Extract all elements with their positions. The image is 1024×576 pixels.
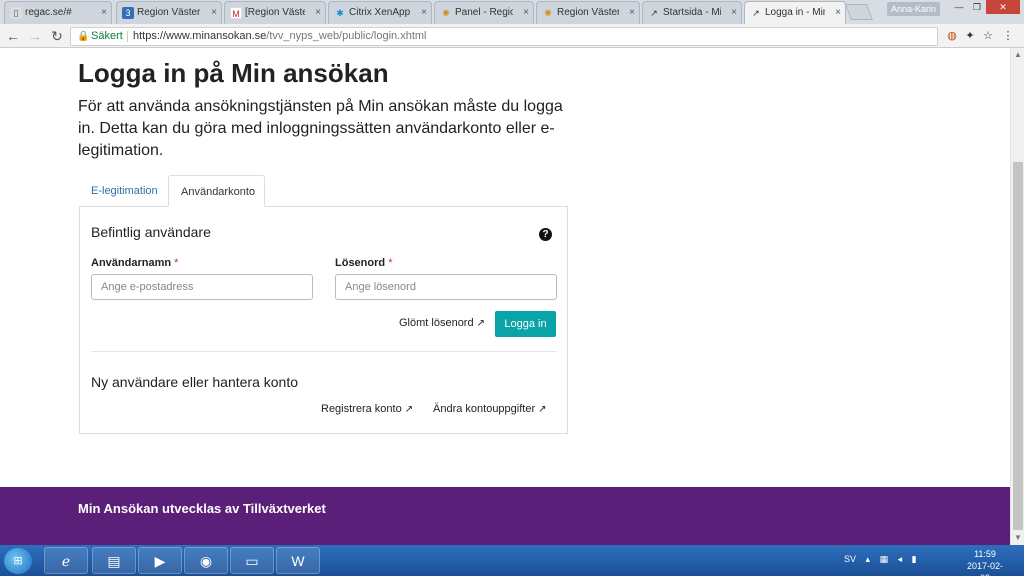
username-label: Användarnamn * xyxy=(91,257,179,269)
browser-tab[interactable]: ↗ Startsida - Min × xyxy=(642,1,742,24)
page-icon: ▯ xyxy=(10,7,22,19)
password-label: Lösenord * xyxy=(335,257,393,269)
scroll-up-icon[interactable]: ▲ xyxy=(1011,48,1024,62)
close-icon[interactable]: × xyxy=(523,2,529,24)
browser-tabstrip: ▯ regac.se/# × 3 Region Västerb × M [Reg… xyxy=(0,0,1024,24)
password-input[interactable] xyxy=(335,274,557,300)
back-icon[interactable]: ← xyxy=(4,27,22,45)
tray-icon[interactable]: ▴ xyxy=(866,554,871,564)
page-footer: Min Ansökan utvecklas av Tillväxtverket xyxy=(0,487,1010,545)
chrome-icon[interactable]: ◉ xyxy=(184,547,228,574)
panel-icon: ✺ xyxy=(544,8,552,18)
close-icon[interactable]: × xyxy=(101,2,107,24)
secure-label: Säkert xyxy=(91,30,123,42)
browser-tab[interactable]: ✺ Panel - Region × xyxy=(434,1,534,24)
close-icon[interactable]: × xyxy=(629,2,635,24)
star-icon[interactable]: ☆ xyxy=(980,28,996,44)
profile-button[interactable]: Anna-Karin xyxy=(887,2,941,16)
gmail-icon: M xyxy=(230,7,242,19)
browser-tab-active[interactable]: ↗ Logga in - Min × xyxy=(744,1,846,24)
url-text: https://www.minansokan.se/tvv_nyps_web/p… xyxy=(133,30,427,42)
browser-tab[interactable]: M [Region Väster × xyxy=(224,1,326,24)
forward-icon[interactable]: → xyxy=(26,27,44,45)
close-icon[interactable]: × xyxy=(211,2,217,24)
new-tab-button[interactable] xyxy=(845,4,873,20)
footer-text: Min Ansökan utvecklas av Tillväxtverket xyxy=(78,501,326,516)
internet-explorer-icon[interactable]: ℯ xyxy=(44,547,88,574)
register-account-link[interactable]: Registrera konto ↗ xyxy=(321,403,413,415)
intro-text: För att använda ansökningstjänsten på Mi… xyxy=(78,98,563,159)
change-account-link[interactable]: Ändra kontouppgifter ↗ xyxy=(433,403,547,415)
close-icon[interactable]: × xyxy=(421,2,427,24)
vertical-scrollbar[interactable]: ▲ ▼ xyxy=(1010,48,1024,545)
scroll-thumb[interactable] xyxy=(1013,162,1023,530)
region-3-icon: 3 xyxy=(122,7,134,19)
reload-icon[interactable]: ↻ xyxy=(48,27,66,45)
login-icon: ↗ xyxy=(752,8,760,18)
page-title: Logga in på Min ansökan xyxy=(78,58,389,88)
existing-user-heading: Befintlig användare xyxy=(91,224,211,240)
external-link-icon: ↗ xyxy=(404,404,414,415)
pin-icon[interactable]: ✦ xyxy=(962,28,978,44)
tab-anvandarkonto[interactable]: Användarkonto xyxy=(168,175,265,207)
language-indicator[interactable]: SV xyxy=(844,554,856,564)
close-window-icon[interactable]: ✕ xyxy=(986,0,1020,14)
notes-icon[interactable]: ▭ xyxy=(230,547,274,574)
browser-tab[interactable]: ✱ Citrix XenApp × xyxy=(328,1,432,24)
username-input[interactable] xyxy=(91,274,313,300)
external-link-icon: ↗ xyxy=(538,404,547,415)
close-icon[interactable]: × xyxy=(835,2,841,24)
login-panel: Befintlig användare ? Användarnamn * Lös… xyxy=(79,206,568,434)
divider xyxy=(91,351,557,352)
forgot-password-link[interactable]: Glömt lösenord ↗ xyxy=(399,317,485,329)
windows-taskbar: ⊞ ℯ ▤ ▶ ◉ ▭ W SV ▴ ▦ ◂ ▮ 11:59 2017-02-0… xyxy=(0,545,1024,576)
lock-icon: 🔒 xyxy=(77,31,90,42)
new-user-heading: Ny användare eller hantera konto xyxy=(91,374,299,390)
maximize-icon[interactable]: ❐ xyxy=(968,0,986,14)
media-player-icon[interactable]: ▶ xyxy=(138,547,182,574)
tab-e-legitimation[interactable]: E-legitimation xyxy=(79,175,168,207)
menu-icon[interactable]: ⋮ xyxy=(1000,28,1016,44)
close-icon[interactable]: × xyxy=(315,2,321,24)
power-icon[interactable]: ▮ xyxy=(912,554,917,564)
startsida-icon: ↗ xyxy=(650,8,658,18)
extension-icon[interactable]: ◍ xyxy=(944,28,960,44)
external-link-icon: ↗ xyxy=(476,318,485,329)
browser-toolbar: ← → ↻ 🔒 Säkert https://www.minansokan.se… xyxy=(0,24,1024,48)
citrix-icon: ✱ xyxy=(336,8,344,18)
clock[interactable]: 11:59 2017-02-03 xyxy=(962,548,1008,576)
start-button[interactable]: ⊞ xyxy=(4,548,32,574)
scroll-down-icon[interactable]: ▼ xyxy=(1011,531,1024,545)
browser-tab[interactable]: ▯ regac.se/# × xyxy=(4,1,112,24)
file-explorer-icon[interactable]: ▤ xyxy=(92,547,136,574)
help-icon[interactable]: ? xyxy=(539,228,552,241)
system-tray: SV ▴ ▦ ◂ ▮ xyxy=(844,554,924,565)
network-icon[interactable]: ▦ xyxy=(880,554,889,564)
panel-icon: ✺ xyxy=(442,8,450,18)
word-icon[interactable]: W xyxy=(276,547,320,574)
volume-icon[interactable]: ◂ xyxy=(898,554,903,564)
address-bar[interactable]: 🔒 Säkert https://www.minansokan.se/tvv_n… xyxy=(70,27,938,46)
browser-tab[interactable]: 3 Region Västerb × xyxy=(116,1,222,24)
login-button[interactable]: Logga in xyxy=(495,311,556,337)
login-method-tabs: E-legitimation Användarkonto xyxy=(79,175,568,207)
close-icon[interactable]: × xyxy=(731,2,737,24)
minimize-icon[interactable]: — xyxy=(950,0,968,14)
browser-tab[interactable]: ✺ Region Västerb × xyxy=(536,1,640,24)
